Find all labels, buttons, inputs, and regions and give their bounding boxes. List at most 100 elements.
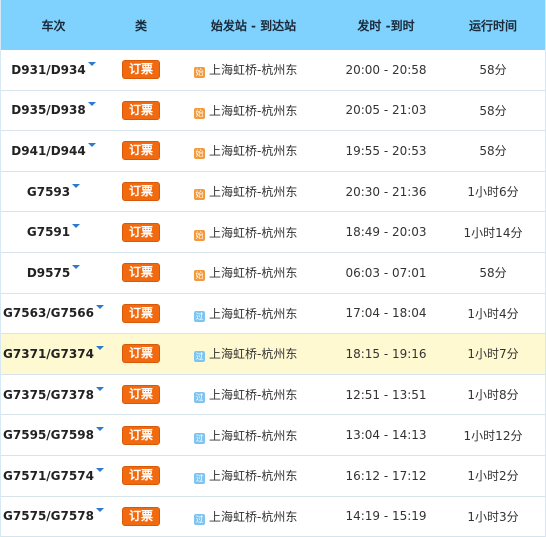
- dropdown-triangle-icon[interactable]: [72, 224, 81, 229]
- route-cell: 始上海虹桥-杭州东: [176, 142, 331, 160]
- origin-station-icon: 始: [194, 270, 205, 282]
- table-row: G7371/G7374 订票过上海虹桥-杭州东 18:15 - 19:16 1小时7分: [1, 334, 545, 375]
- book-cell: 订票: [106, 100, 176, 120]
- train-number[interactable]: G7595/G7598: [3, 428, 94, 442]
- train-cell: G7591: [1, 224, 106, 239]
- train-number[interactable]: D931/D934: [11, 63, 85, 77]
- header-route: 始发站 - 到达站: [210, 18, 297, 33]
- depart-arrive-time: 20:30 - 21:36: [345, 184, 427, 199]
- table-row: D935/D938 订票始上海虹桥-杭州东 20:05 - 21:03 58分: [1, 90, 545, 132]
- book-cell: 订票: [106, 141, 176, 161]
- book-ticket-button[interactable]: 订票: [121, 222, 160, 242]
- train-number[interactable]: G7591: [27, 225, 70, 239]
- pass-through-icon: 过: [194, 432, 205, 444]
- book-ticket-button[interactable]: 订票: [121, 182, 160, 202]
- travel-duration: 1小时14分: [463, 225, 523, 240]
- travel-duration: 1小时6分: [467, 185, 519, 200]
- book-ticket-button[interactable]: 订票: [121, 141, 160, 161]
- depart-arrive-time: 13:04 - 14:13: [345, 428, 427, 443]
- route-text: 上海虹桥-杭州东: [209, 185, 298, 200]
- book-ticket-button[interactable]: 订票: [121, 100, 160, 120]
- travel-duration: 1小时8分: [467, 388, 519, 403]
- book-ticket-button[interactable]: 订票: [121, 466, 160, 486]
- route-text: 上海虹桥-杭州东: [209, 347, 298, 362]
- book-cell: 订票: [106, 303, 176, 323]
- book-ticket-button[interactable]: 订票: [121, 344, 160, 364]
- dropdown-triangle-icon[interactable]: [87, 142, 96, 147]
- route-text: 上海虹桥-杭州东: [209, 225, 298, 240]
- route-cell: 始上海虹桥-杭州东: [176, 224, 331, 241]
- book-cell: 订票: [106, 385, 176, 405]
- route-cell: 过上海虹桥-杭州东: [176, 386, 331, 404]
- book-ticket-button[interactable]: 订票: [121, 263, 160, 283]
- header-train-no: 车次: [41, 18, 66, 33]
- route-text: 上海虹桥-杭州东: [209, 144, 298, 159]
- route-text: 上海虹桥-杭州东: [209, 428, 298, 443]
- travel-duration: 58分: [479, 266, 507, 281]
- train-number[interactable]: G7593: [27, 185, 70, 199]
- depart-arrive-time: 17:04 - 18:04: [345, 306, 427, 321]
- dropdown-triangle-icon[interactable]: [72, 264, 81, 269]
- train-number[interactable]: G7563/G7566: [3, 306, 94, 320]
- dropdown-triangle-icon[interactable]: [95, 427, 104, 432]
- pass-through-icon: 过: [194, 473, 205, 485]
- origin-station-icon: 始: [194, 189, 205, 201]
- train-cell: G7595/G7598: [1, 427, 106, 442]
- book-cell: 订票: [106, 60, 176, 80]
- train-number[interactable]: G7375/G7378: [3, 388, 94, 402]
- route-text: 上海虹桥-杭州东: [209, 266, 298, 281]
- table-row: G7575/G7578 订票过上海虹桥-杭州东 14:19 - 15:19 1小时3分: [1, 496, 545, 537]
- depart-arrive-time: 18:15 - 19:16: [345, 346, 427, 361]
- train-cell: G7571/G7574: [1, 467, 106, 483]
- table-row: G7375/G7378 订票过上海虹桥-杭州东 12:51 - 13:51 1小时8分: [1, 374, 545, 416]
- train-cell: G7371/G7374: [1, 345, 106, 361]
- book-ticket-button[interactable]: 订票: [121, 425, 160, 445]
- train-number[interactable]: D9575: [27, 266, 70, 280]
- route-text: 上海虹桥-杭州东: [209, 469, 298, 484]
- book-cell: 订票: [106, 344, 176, 364]
- route-cell: 过上海虹桥-杭州东: [176, 508, 331, 525]
- dropdown-triangle-icon[interactable]: [87, 102, 96, 107]
- train-cell: D941/D944: [1, 142, 106, 158]
- book-cell: 订票: [106, 466, 176, 486]
- book-ticket-button[interactable]: 订票: [121, 506, 160, 526]
- book-ticket-button[interactable]: 订票: [121, 60, 160, 80]
- table-body: D931/D934 订票始上海虹桥-杭州东 20:00 - 20:58 58分 D935…: [1, 50, 545, 537]
- book-cell: 订票: [106, 222, 176, 242]
- book-cell: 订票: [106, 263, 176, 283]
- header-times: 发时 -到时: [357, 18, 415, 33]
- depart-arrive-time: 12:51 - 13:51: [345, 387, 427, 402]
- dropdown-triangle-icon[interactable]: [95, 345, 104, 350]
- route-cell: 始上海虹桥-杭州东: [176, 102, 331, 119]
- book-cell: 订票: [106, 182, 176, 202]
- route-text: 上海虹桥-杭州东: [209, 103, 298, 118]
- train-cell: G7575/G7578: [1, 508, 106, 523]
- travel-duration: 58分: [479, 103, 507, 118]
- dropdown-triangle-icon[interactable]: [72, 183, 81, 188]
- depart-arrive-time: 06:03 - 07:01: [345, 265, 427, 280]
- train-number[interactable]: G7371/G7374: [3, 347, 94, 361]
- route-cell: 始上海虹桥-杭州东: [176, 264, 331, 282]
- pass-through-icon: 过: [194, 351, 205, 363]
- route-cell: 过上海虹桥-杭州东: [176, 467, 331, 485]
- train-number[interactable]: G7571/G7574: [3, 469, 94, 483]
- train-number[interactable]: D935/D938: [11, 103, 85, 117]
- table-row: G7595/G7598 订票过上海虹桥-杭州东 13:04 - 14:13 1小时12…: [1, 415, 545, 456]
- table-row: D931/D934 订票始上海虹桥-杭州东 20:00 - 20:58 58分: [1, 50, 545, 91]
- dropdown-triangle-icon[interactable]: [87, 61, 96, 66]
- book-ticket-button[interactable]: 订票: [121, 303, 160, 323]
- table-header: 车次 类 始发站 - 到达站 发时 -到时 运行时间: [1, 0, 545, 50]
- depart-arrive-time: 19:55 - 20:53: [345, 143, 427, 158]
- dropdown-triangle-icon[interactable]: [95, 305, 104, 310]
- dropdown-triangle-icon[interactable]: [95, 508, 104, 513]
- train-number[interactable]: D941/D944: [11, 144, 85, 158]
- book-ticket-button[interactable]: 订票: [121, 385, 160, 405]
- table-row: G7593 订票 始上海虹桥-杭州东 20:30 - 21:36 1小时6分: [1, 171, 545, 213]
- dropdown-triangle-icon[interactable]: [95, 386, 104, 391]
- route-text: 上海虹桥-杭州东: [209, 306, 298, 321]
- pass-through-icon: 过: [194, 310, 205, 322]
- dropdown-triangle-icon[interactable]: [95, 467, 104, 472]
- route-cell: 过上海虹桥-杭州东: [176, 427, 331, 444]
- train-number[interactable]: G7575/G7578: [3, 509, 94, 523]
- route-cell: 始上海虹桥-杭州东: [176, 61, 331, 79]
